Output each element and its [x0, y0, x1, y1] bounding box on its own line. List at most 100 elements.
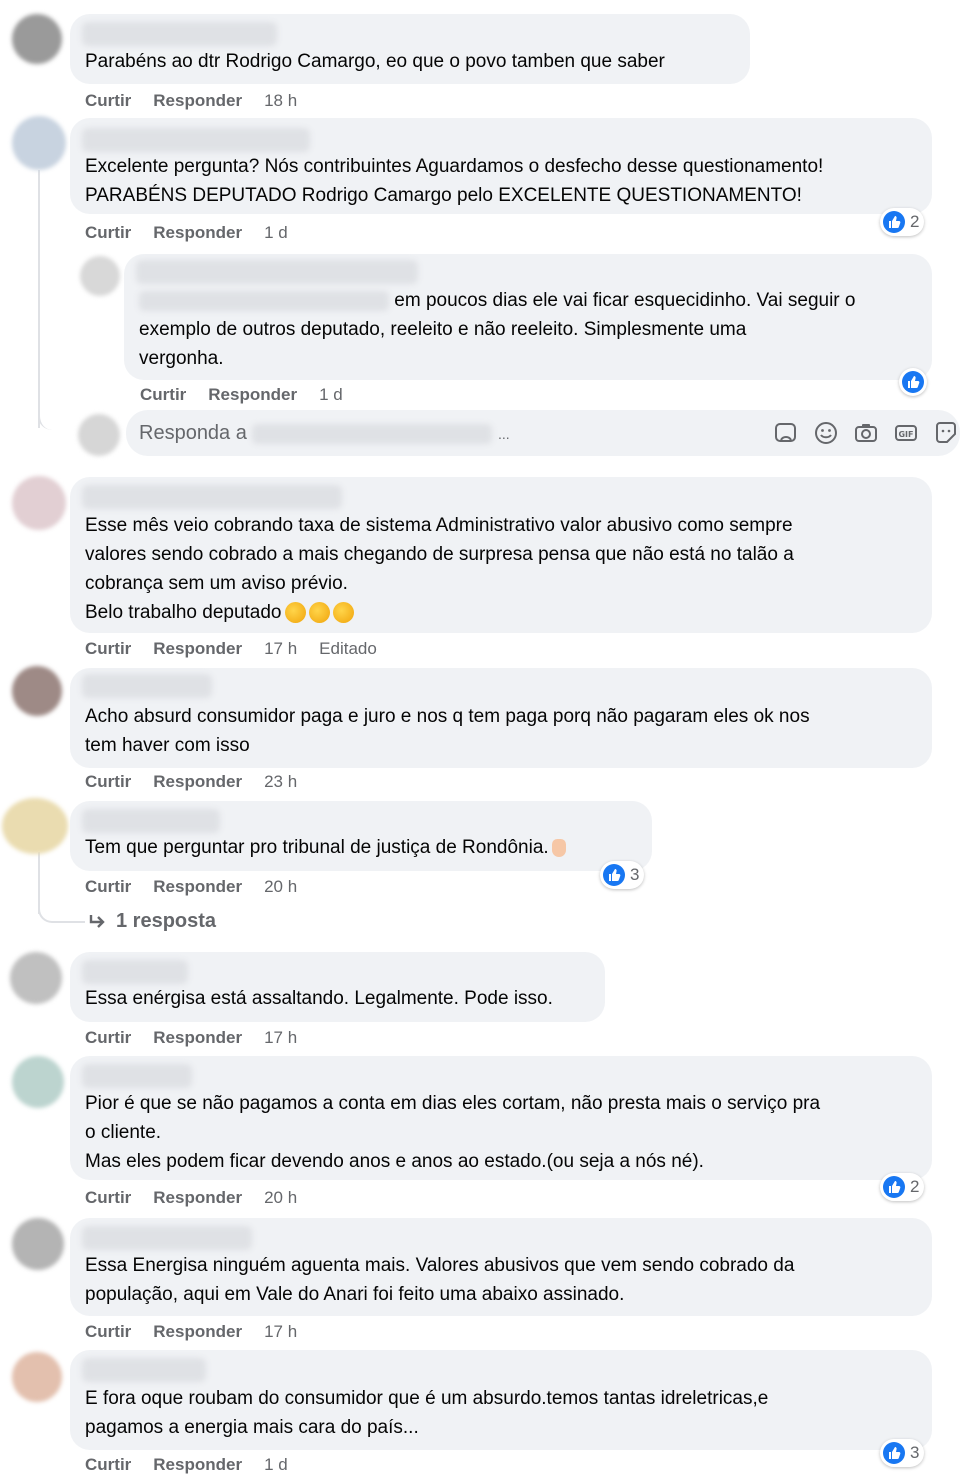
reply-button[interactable]: Responder — [153, 639, 242, 659]
avatar[interactable] — [12, 1056, 64, 1108]
comment-bubble: Essa Energisa ninguém aguenta mais. Valo… — [70, 1218, 932, 1316]
timestamp[interactable]: 1 d — [264, 223, 288, 243]
comment-actions: Curtir Responder 18 h — [85, 90, 319, 112]
like-button[interactable]: Curtir — [85, 877, 131, 897]
author-name[interactable] — [82, 1226, 252, 1250]
avatar[interactable] — [80, 256, 120, 296]
author-name[interactable] — [82, 1064, 192, 1088]
avatar[interactable] — [12, 666, 62, 716]
like-icon — [603, 864, 625, 886]
comment-actions: Curtir Responder 1 d — [85, 222, 310, 244]
timestamp[interactable]: 20 h — [264, 877, 297, 897]
author-name[interactable] — [82, 960, 188, 984]
author-name[interactable] — [82, 1358, 206, 1382]
reaction-count[interactable]: 3 — [600, 861, 645, 889]
comment-actions: Curtir Responder 17 h — [85, 1321, 319, 1343]
reaction-count[interactable] — [899, 368, 927, 396]
reaction-count[interactable]: 2 — [880, 1173, 925, 1201]
timestamp[interactable]: 17 h — [264, 639, 297, 659]
timestamp[interactable]: 20 h — [264, 1188, 297, 1208]
avatar[interactable] — [12, 1218, 64, 1270]
reply-button[interactable]: Responder — [153, 1188, 242, 1208]
reply-button[interactable]: Responder — [153, 877, 242, 897]
clap-emoji-icon — [308, 602, 330, 624]
reply-button[interactable]: Responder — [153, 223, 242, 243]
like-button[interactable]: Curtir — [85, 1455, 131, 1475]
comment-text: Essa Energisa ninguém aguenta mais. Valo… — [85, 1255, 795, 1305]
like-button[interactable]: Curtir — [85, 1188, 131, 1208]
avatar[interactable] — [12, 116, 66, 170]
author-name[interactable] — [82, 485, 342, 509]
avatar[interactable] — [12, 14, 62, 64]
comment-bubble: Essa enérgisa está assaltando. Legalment… — [70, 952, 605, 1022]
like-button[interactable]: Curtir — [85, 772, 131, 792]
edited-label[interactable]: Editado — [319, 639, 377, 659]
reaction-count[interactable]: 2 — [880, 208, 925, 236]
reply-input[interactable]: Responda a ... GIF — [126, 410, 960, 456]
author-name[interactable] — [82, 809, 220, 833]
timestamp[interactable]: 17 h — [264, 1028, 297, 1048]
like-button[interactable]: Curtir — [85, 223, 131, 243]
sticker-icon[interactable] — [773, 420, 799, 446]
comment-bubble: Excelente pergunta? Nós contribuintes Ag… — [70, 118, 932, 214]
like-button[interactable]: Curtir — [140, 385, 186, 405]
comment-text: Esse mês veio cobrando taxa de sistema A… — [85, 515, 794, 624]
like-button[interactable]: Curtir — [85, 1028, 131, 1048]
reply-actions: Curtir Responder 1 d — [140, 384, 365, 406]
thread-connector — [38, 895, 85, 923]
like-button[interactable]: Curtir — [85, 91, 131, 111]
timestamp[interactable]: 23 h — [264, 772, 297, 792]
reply-bubble: em poucos dias ele vai ficar esquecidinh… — [124, 254, 932, 380]
comment-text: Excelente pergunta? Nós contribuintes Ag… — [85, 156, 824, 206]
thread-line — [38, 170, 40, 428]
timestamp[interactable]: 18 h — [264, 91, 297, 111]
avatar[interactable] — [12, 1352, 62, 1402]
author-name[interactable] — [82, 128, 310, 152]
replies-count[interactable]: 1 resposta — [116, 910, 216, 933]
author-name[interactable] — [82, 674, 212, 698]
reply-button[interactable]: Responder — [153, 91, 242, 111]
comment-bubble: Acho absurd consumidor paga e juro e nos… — [70, 668, 932, 768]
emoji-icon[interactable] — [813, 420, 839, 446]
svg-text:GIF: GIF — [898, 430, 913, 439]
reply-button[interactable]: Responder — [153, 1028, 242, 1048]
comment-bubble: Tem que perguntar pro tribunal de justiç… — [70, 801, 652, 871]
reply-button[interactable]: Responder — [153, 1322, 242, 1342]
comment-actions: Curtir Responder 20 h — [85, 876, 319, 898]
mention-tag[interactable] — [139, 290, 389, 311]
like-button[interactable]: Curtir — [85, 1322, 131, 1342]
comment-text: Pior é que se não pagamos a conta em dia… — [85, 1093, 821, 1172]
avatar[interactable] — [10, 952, 62, 1004]
author-name[interactable] — [136, 260, 418, 284]
author-name[interactable] — [82, 22, 277, 46]
like-icon — [883, 211, 905, 233]
avatar[interactable] — [2, 798, 68, 854]
gif-icon[interactable]: GIF — [893, 420, 919, 446]
reply-text: em poucos dias ele vai ficar esquecidinh… — [139, 290, 856, 369]
timestamp[interactable]: 1 d — [319, 385, 343, 405]
camera-icon[interactable] — [853, 420, 879, 446]
comment-actions: Curtir Responder 17 h — [85, 1027, 319, 1049]
like-button[interactable]: Curtir — [85, 639, 131, 659]
timestamp[interactable]: 1 d — [264, 1455, 288, 1475]
comment-text: Tem que perguntar pro tribunal de justiç… — [85, 833, 566, 862]
thread-connector — [38, 400, 80, 430]
comment-actions: Curtir Responder 23 h — [85, 771, 319, 793]
avatar[interactable] — [12, 476, 66, 530]
like-icon — [883, 1176, 905, 1198]
timestamp[interactable]: 17 h — [264, 1322, 297, 1342]
reply-placeholder: Responda a — [139, 422, 247, 444]
pointing-emoji-icon — [551, 838, 566, 857]
avatar — [78, 414, 120, 456]
comment-actions: Curtir Responder 1 d — [85, 1454, 310, 1476]
view-replies-link[interactable]: 1 resposta — [88, 910, 216, 933]
sticker-face-icon[interactable] — [933, 420, 959, 446]
reply-button[interactable]: Responder — [153, 772, 242, 792]
reaction-count[interactable]: 3 — [880, 1439, 925, 1467]
reply-button[interactable]: Responder — [153, 1455, 242, 1475]
mention-tag — [252, 423, 493, 444]
reply-arrow-icon — [89, 914, 105, 928]
reply-button[interactable]: Responder — [208, 385, 297, 405]
comment-actions: Curtir Responder 20 h — [85, 1187, 319, 1209]
comment-bubble: Esse mês veio cobrando taxa de sistema A… — [70, 477, 932, 633]
